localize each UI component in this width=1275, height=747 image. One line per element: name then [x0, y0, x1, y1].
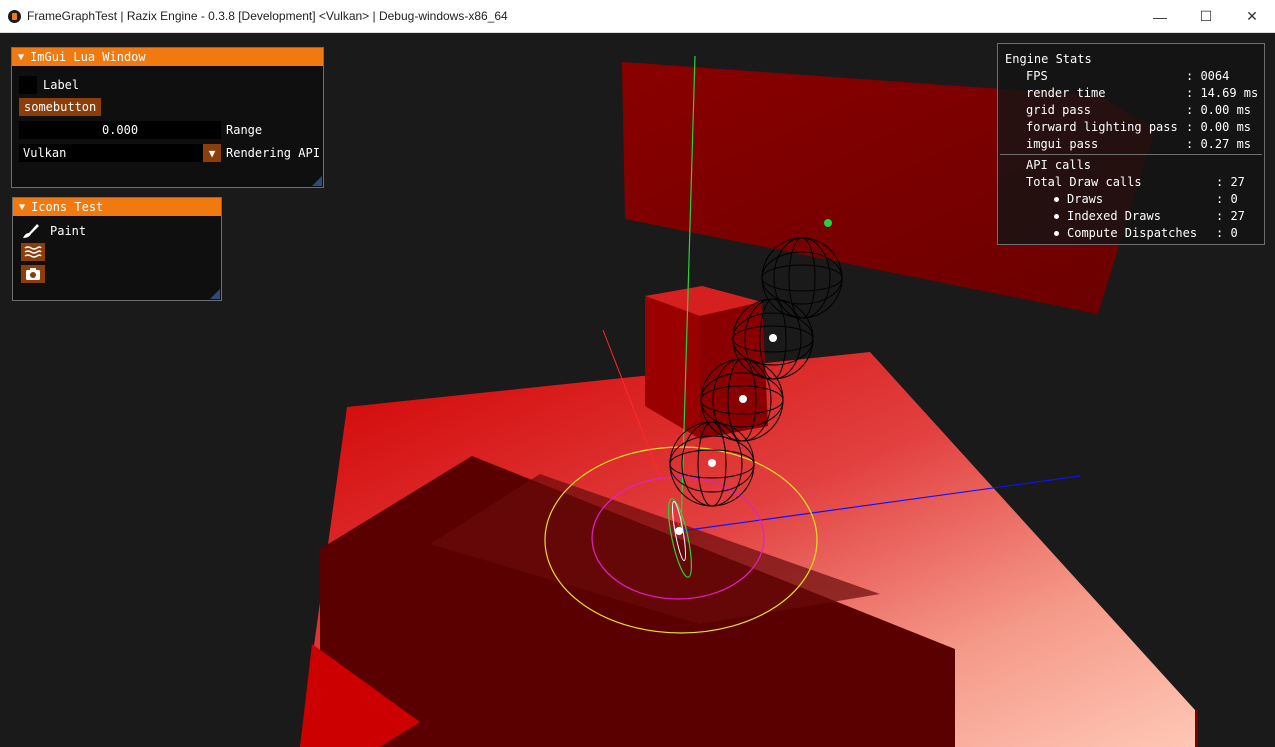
- paint-brush-icon: [23, 224, 39, 238]
- camera-icon: [26, 268, 40, 280]
- stat-key: grid pass: [1026, 103, 1092, 117]
- close-button[interactable]: ✕: [1229, 0, 1275, 33]
- stat-value: : 0.00 ms: [1186, 103, 1252, 117]
- imgui-lua-window[interactable]: ▼ ImGui Lua Window Label somebutton 0.00…: [11, 47, 324, 188]
- somebutton-button[interactable]: somebutton: [19, 98, 102, 116]
- stat-row: render time : 14.69 ms: [1026, 85, 1258, 102]
- window-controls: — ☐ ✕: [1137, 0, 1275, 33]
- imgui-lua-window-title: ImGui Lua Window: [30, 50, 146, 64]
- point-light-1: [675, 527, 683, 535]
- range-drag-input[interactable]: 0.000: [19, 121, 221, 139]
- stat-value: : 14.69 ms: [1186, 86, 1259, 100]
- stat-key: render time: [1026, 86, 1106, 100]
- rendering-api-label: Rendering API: [226, 146, 320, 160]
- icons-test-window-titlebar[interactable]: ▼ Icons Test: [13, 198, 221, 216]
- render-viewport[interactable]: ▼ ImGui Lua Window Label somebutton 0.00…: [0, 34, 1275, 747]
- floor-edge: [1195, 710, 1198, 747]
- water-waves-icon: [24, 246, 42, 258]
- stat-value: : 0.00 ms: [1186, 120, 1252, 134]
- cube-right: [700, 302, 768, 439]
- water-icon-button[interactable]: [21, 243, 45, 261]
- range-label: Range: [226, 123, 263, 137]
- api-calls-label: API calls: [1026, 158, 1092, 172]
- point-light-2: [708, 459, 716, 467]
- razix-logo-icon: [8, 9, 21, 23]
- icons-test-window[interactable]: ▼ Icons Test Paint: [12, 197, 222, 301]
- stats-divider: [1000, 154, 1262, 155]
- camera-icon-button[interactable]: [21, 265, 45, 283]
- call-row: Indexed Draws : 27: [1054, 208, 1245, 225]
- call-row: Draws : 0: [1054, 191, 1238, 208]
- stat-row: grid pass : 0.00 ms: [1026, 102, 1251, 119]
- bullet-icon: [1054, 214, 1059, 219]
- checkbox-label: Label: [43, 78, 80, 92]
- window-title: FrameGraphTest | Razix Engine - 0.3.8 [D…: [27, 9, 508, 23]
- stat-key: Total Draw calls: [1026, 175, 1142, 189]
- resize-grip[interactable]: [210, 289, 220, 299]
- green-point: [824, 219, 832, 227]
- total-draw-calls-row: Total Draw calls : 27: [1026, 174, 1245, 191]
- call-row: Compute Dispatches : 0: [1054, 225, 1238, 242]
- maximize-button[interactable]: ☐: [1183, 0, 1229, 33]
- api-calls-heading: API calls: [1026, 157, 1091, 174]
- label-checkbox-row: Label: [19, 76, 79, 94]
- range-row: 0.000 Range: [19, 121, 262, 139]
- icons-test-window-title: Icons Test: [31, 200, 104, 214]
- imgui-lua-window-titlebar[interactable]: ▼ ImGui Lua Window: [12, 48, 323, 66]
- water-icon-row: [21, 243, 45, 261]
- rendering-api-row: Vulkan ▼ Rendering API: [19, 144, 320, 162]
- stat-value: : 0: [1216, 192, 1238, 206]
- somebutton-row: somebutton: [19, 98, 102, 116]
- stat-key: Draws: [1067, 192, 1104, 206]
- stat-key: FPS: [1026, 69, 1048, 83]
- camera-icon-row: [21, 265, 45, 283]
- label-checkbox[interactable]: [19, 76, 37, 94]
- stat-key: imgui pass: [1026, 137, 1099, 151]
- stat-value: : 27: [1216, 209, 1245, 223]
- paint-label: Paint: [50, 224, 87, 238]
- stat-value: : 0.27 ms: [1186, 137, 1252, 151]
- stat-row: FPS : 0064: [1026, 68, 1229, 85]
- bullet-icon: [1054, 197, 1059, 202]
- paint-row: Paint: [20, 222, 86, 240]
- stat-value: : 0: [1216, 226, 1238, 240]
- stat-value: : 0064: [1186, 69, 1230, 83]
- engine-stats-title: Engine Stats: [1005, 52, 1092, 66]
- resize-grip[interactable]: [312, 176, 322, 186]
- point-light-4: [769, 334, 777, 342]
- combo-chevron-down-icon[interactable]: ▼: [203, 144, 221, 162]
- stat-key: Indexed Draws: [1067, 209, 1161, 223]
- stat-key: forward lighting pass: [1026, 120, 1178, 134]
- rendering-api-combo[interactable]: Vulkan: [19, 144, 203, 162]
- engine-stats-overlay: Engine Stats FPS : 0064 render time : 14…: [997, 43, 1265, 245]
- point-light-3: [739, 395, 747, 403]
- stat-key: Compute Dispatches: [1067, 226, 1198, 240]
- collapse-arrow-icon[interactable]: ▼: [19, 202, 25, 213]
- collapse-arrow-icon[interactable]: ▼: [18, 52, 24, 63]
- stat-row: forward lighting pass : 0.00 ms: [1026, 119, 1251, 136]
- minimize-button[interactable]: —: [1137, 0, 1183, 33]
- bullet-icon: [1054, 231, 1059, 236]
- stat-row: imgui pass : 0.27 ms: [1026, 136, 1251, 153]
- stat-value: : 27: [1216, 175, 1245, 189]
- window-titlebar[interactable]: FrameGraphTest | Razix Engine - 0.3.8 [D…: [0, 0, 1275, 33]
